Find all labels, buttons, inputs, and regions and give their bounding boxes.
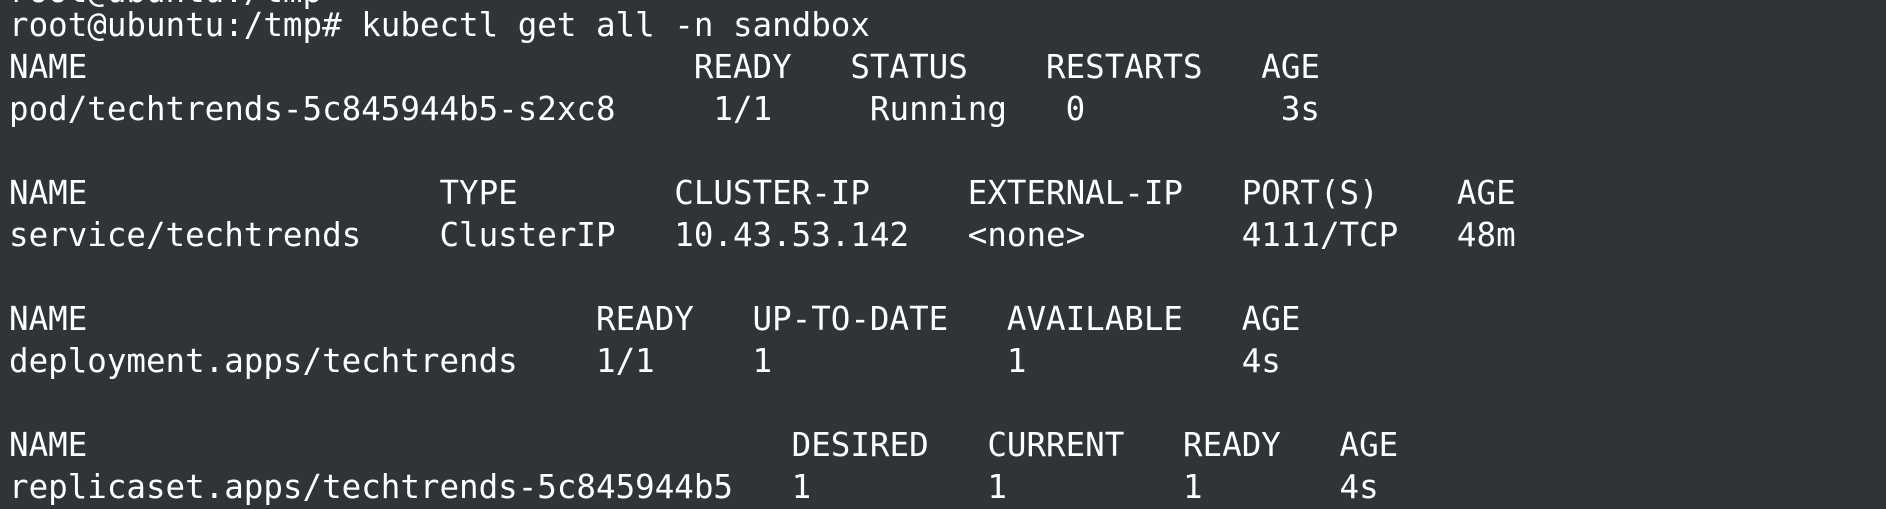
command-line: root@ubuntu:/tmp# kubectl get all -n san… (9, 4, 870, 46)
terminal-window[interactable]: root@ubuntu:/tmp root@ubuntu:/tmp# kubec… (0, 0, 1886, 509)
deployment-row: deployment.apps/techtrends 1/1 1 1 4s (9, 342, 1281, 380)
service-row: service/techtrends ClusterIP 10.43.53.14… (9, 216, 1516, 254)
services-header: NAME TYPE CLUSTER-IP EXTERNAL-IP PORT(S)… (9, 174, 1516, 212)
replicaset-row: replicaset.apps/techtrends-5c845944b5 1 … (9, 468, 1379, 506)
prompt: root@ubuntu:/tmp# (9, 6, 362, 44)
command-text: kubectl get all -n sandbox (361, 6, 870, 44)
pod-row: pod/techtrends-5c845944b5-s2xc8 1/1 Runn… (9, 90, 1320, 128)
pods-header: NAME READY STATUS RESTARTS AGE (9, 48, 1320, 86)
deployments-header: NAME READY UP-TO-DATE AVAILABLE AGE (9, 300, 1301, 338)
replicasets-header: NAME DESIRED CURRENT READY AGE (9, 426, 1399, 464)
